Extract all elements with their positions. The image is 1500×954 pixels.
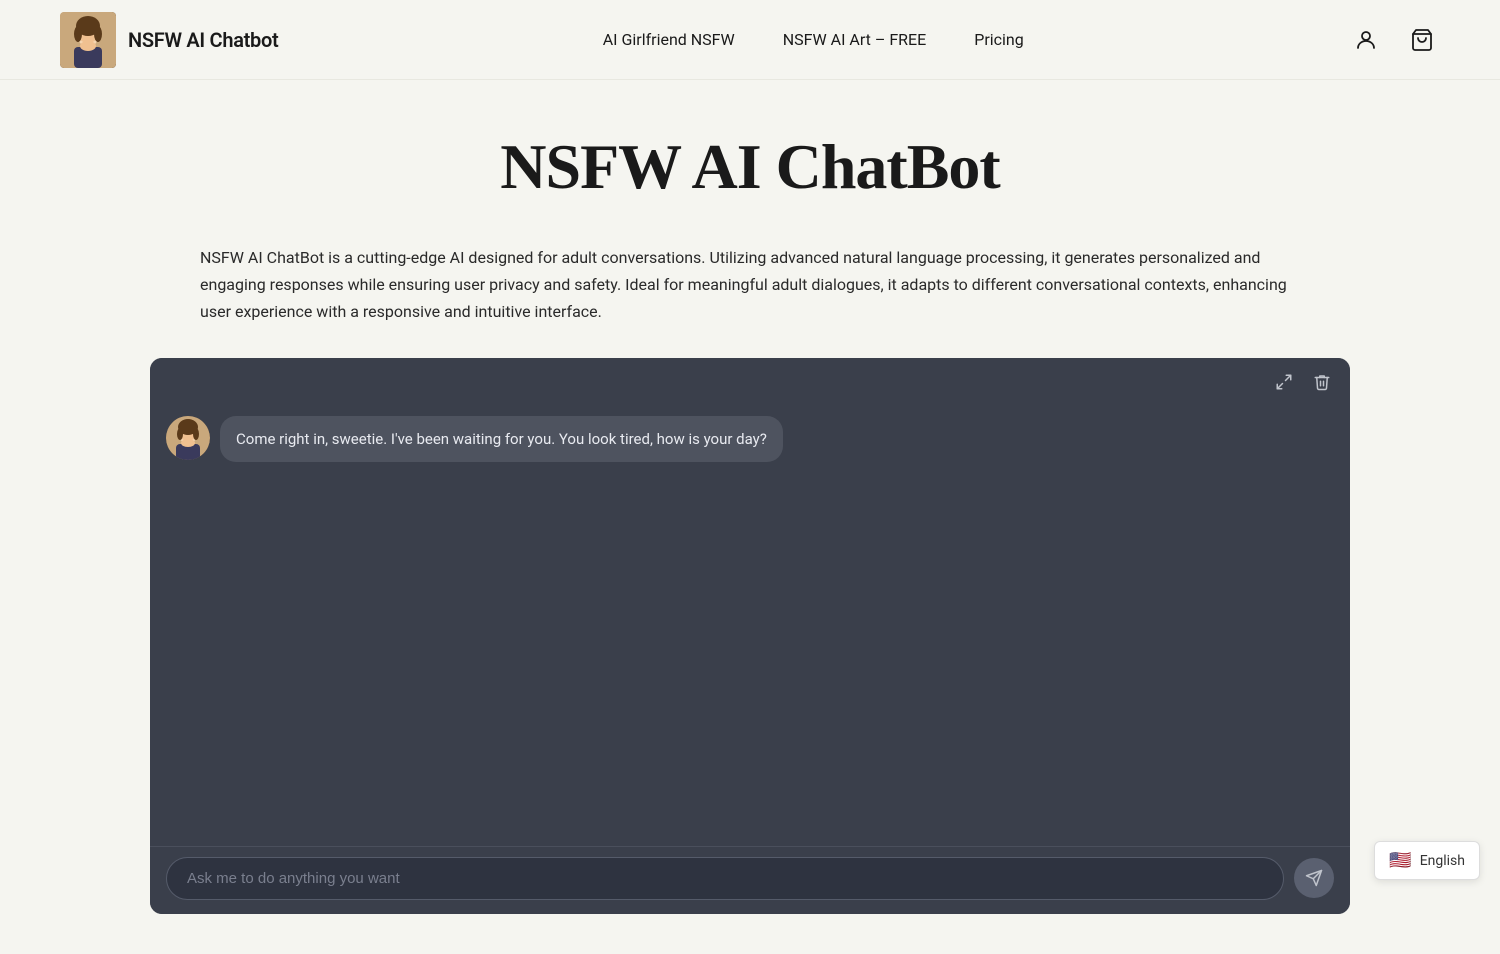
flag-icon: 🇺🇸 [1389, 850, 1411, 871]
page-title: NSFW AI ChatBot [60, 130, 1440, 204]
main-nav: AI Girlfriend NSFW NSFW AI Art – FREE Pr… [603, 30, 1024, 49]
language-selector[interactable]: 🇺🇸 English [1374, 841, 1480, 880]
logo-text: NSFW AI Chatbot [128, 28, 278, 52]
header-icons [1348, 22, 1440, 58]
chat-toolbar [150, 358, 1350, 406]
cart-button[interactable] [1404, 22, 1440, 58]
chat-messages: Come right in, sweetie. I've been waitin… [150, 406, 1350, 846]
language-label: English [1420, 853, 1465, 869]
page-description: NSFW AI ChatBot is a cutting-edge AI des… [200, 244, 1300, 326]
bot-message: Come right in, sweetie. I've been waitin… [220, 416, 783, 463]
account-button[interactable] [1348, 22, 1384, 58]
header: NSFW AI Chatbot AI Girlfriend NSFW NSFW … [0, 0, 1500, 80]
logo[interactable]: NSFW AI Chatbot [60, 12, 278, 68]
expand-button[interactable] [1270, 368, 1298, 396]
chat-input-area [150, 846, 1350, 914]
nav-link-nsfw-art[interactable]: NSFW AI Art – FREE [783, 30, 927, 49]
clear-chat-button[interactable] [1308, 368, 1336, 396]
nav-link-pricing[interactable]: Pricing [974, 30, 1024, 49]
logo-avatar [60, 12, 116, 68]
message-row: Come right in, sweetie. I've been waitin… [166, 416, 1334, 463]
chat-input[interactable] [166, 857, 1284, 900]
bot-avatar [166, 416, 210, 460]
main-content: NSFW AI ChatBot NSFW AI ChatBot is a cut… [0, 80, 1500, 954]
chat-container: Come right in, sweetie. I've been waitin… [150, 358, 1350, 914]
nav-link-ai-girlfriend[interactable]: AI Girlfriend NSFW [603, 30, 735, 49]
send-button[interactable] [1294, 858, 1334, 898]
